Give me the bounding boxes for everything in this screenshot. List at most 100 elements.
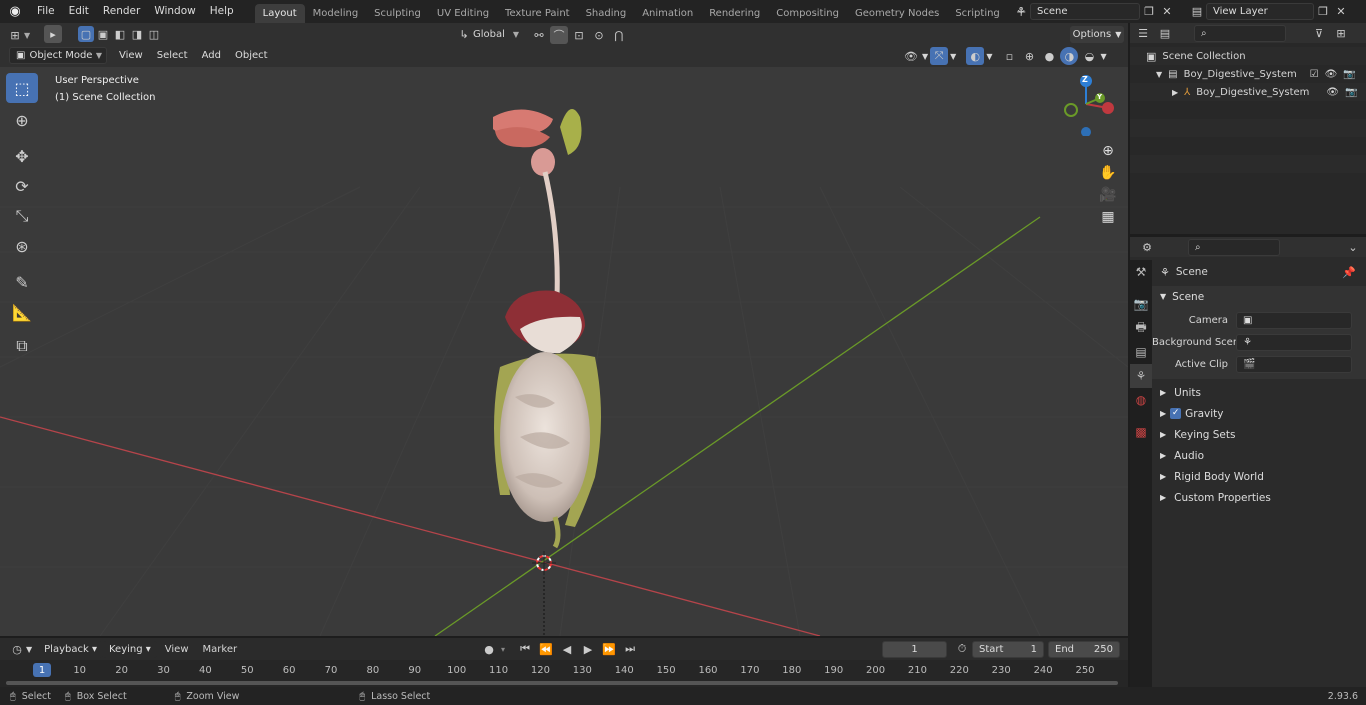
scene-panel-header[interactable]: ▼ Scene [1152,286,1366,307]
menu-help[interactable]: Help [203,0,241,23]
active-clip-field[interactable]: 🎬 [1236,355,1352,373]
tab-modeling[interactable]: Modeling [305,4,367,23]
filter-icon[interactable]: ⊽ [1310,24,1328,42]
timeline-area[interactable]: 1 10 20 30 40 50 60 70 80 90 100 110 120 130 140 150 160… [0,660,1128,687]
solid-shading-icon[interactable]: ● [1040,47,1058,65]
mode-dropdown[interactable]: ▣ Object Mode ▼ [9,47,107,64]
timeline-editor-icon[interactable]: ◷ [8,640,26,658]
scene-icon[interactable]: ⚘ [1012,2,1030,20]
pan-hand-icon[interactable]: ✋ [1096,162,1120,184]
timeline-view-menu[interactable]: View [157,644,197,655]
extend-selection-icon[interactable]: ▣ [95,26,111,42]
properties-search-input[interactable]: ⌕ [1188,238,1280,256]
menu-add[interactable]: Add [195,47,228,64]
rotate-tool-icon[interactable]: ⟳ [6,171,38,201]
background-scene-field[interactable]: ⚘ [1236,333,1352,351]
custom-properties-panel[interactable]: ▶ Custom Properties [1152,487,1366,508]
copy-scene-icon[interactable]: ❐ [1140,2,1158,20]
camera-field[interactable]: ▣ [1236,311,1352,329]
timeline-scrollbar[interactable] [6,681,1118,685]
scene-tab-icon[interactable]: ⚘ [1130,364,1152,388]
menu-object[interactable]: Object [228,47,275,64]
copy-view-layer-icon[interactable]: ❐ [1314,2,1332,20]
gravity-checkbox[interactable]: ✓ [1170,408,1182,419]
tab-sculpting[interactable]: Sculpting [366,4,429,23]
pivot-point-icon[interactable]: ⚯ [530,26,548,44]
set-selection-icon[interactable]: ▢ [78,26,94,42]
outliner-row-scene-collection[interactable]: ▣ Scene Collection [1130,47,1366,65]
intersect-selection-icon[interactable]: ◫ [146,26,162,42]
view-layer-icon[interactable]: ▤ [1188,2,1206,20]
outliner-search-input[interactable]: ⌕ [1194,24,1286,42]
play-reverse-icon[interactable]: ◀ [558,640,576,658]
3d-viewport[interactable]: User Perspective (1) Scene Collection Z … [0,67,1128,636]
rendered-shading-icon[interactable]: ◒ [1080,47,1098,65]
blender-logo-icon[interactable]: ◉ [0,4,30,19]
render-camera-icon[interactable]: 📷 [1343,69,1355,80]
menu-render[interactable]: Render [96,0,147,23]
hide-eye-icon[interactable]: 👁 [1325,69,1338,80]
jump-start-icon[interactable]: ⏮ [516,640,534,658]
next-keyframe-icon[interactable]: ⏩ [600,640,618,658]
world-tab-icon[interactable]: ◍ [1130,388,1152,412]
exclude-checkbox-icon[interactable]: ☑ [1310,69,1319,80]
transform-tool-icon[interactable]: ⊛ [6,231,38,261]
outliner-row-object[interactable]: ▶ ⅄ Boy_Digestive_System 👁 📷 [1130,83,1366,101]
gizmo-toggle-icon[interactable]: ⤧ [930,47,949,65]
add-cube-tool-icon[interactable]: ⧉ [6,331,38,361]
tab-geometry-nodes[interactable]: Geometry Nodes [847,4,947,23]
tab-compositing[interactable]: Compositing [768,4,847,23]
tab-scripting[interactable]: Scripting [947,4,1007,23]
falloff-icon[interactable]: ⋂ [610,26,628,44]
material-shading-icon[interactable]: ◑ [1060,47,1079,65]
object-hide-eye-icon[interactable]: 👁 [1326,87,1339,98]
subtract-selection-icon[interactable]: ◧ [112,26,128,42]
menu-select[interactable]: Select [150,47,195,64]
jump-end-icon[interactable]: ⏭ [621,640,639,658]
transform-orientation-dropdown[interactable]: ↳ Global ▼ [455,26,525,43]
record-icon[interactable]: ● [480,640,498,658]
new-collection-icon[interactable]: ⊞ [1332,24,1350,42]
output-tab-icon[interactable]: 🖶 [1130,316,1152,340]
tab-rendering[interactable]: Rendering [701,4,768,23]
marker-menu[interactable]: Marker [197,644,244,655]
collapse-arrow-icon[interactable]: ▶ [1172,88,1178,97]
tab-uv-editing[interactable]: UV Editing [429,4,497,23]
audio-panel[interactable]: ▶ Audio [1152,445,1366,466]
snap-icon[interactable]: ⌒ [550,26,568,44]
stopwatch-icon[interactable]: ⏱ [953,640,971,658]
navigation-gizmo[interactable]: Z Y [1054,72,1118,137]
tab-texture-paint[interactable]: Texture Paint [497,4,578,23]
object-render-camera-icon[interactable]: 📷 [1345,87,1357,98]
keying-sets-panel[interactable]: ▶ Keying Sets [1152,424,1366,445]
units-panel[interactable]: ▶ Units [1152,382,1366,403]
end-frame-field[interactable]: End 250 [1048,641,1120,658]
select-tool-icon[interactable]: ▸ [44,25,62,43]
tab-animation[interactable]: Animation [634,4,701,23]
editor-type-selector[interactable]: ⊞ ▼ [6,26,30,44]
snap-target-icon[interactable]: ⊡ [570,26,588,44]
render-tab-icon[interactable]: 📷 [1130,292,1152,316]
display-mode-icon[interactable]: ▤ [1156,24,1174,42]
cursor-tool-icon[interactable]: ⊕ [6,105,38,135]
camera-view-icon[interactable]: 🎥 [1096,184,1120,206]
annotate-tool-icon[interactable]: ✎ [6,267,38,297]
start-frame-field[interactable]: Start 1 [972,641,1044,658]
view-layer-tab-icon[interactable]: ▤ [1130,340,1152,364]
overlays-icon[interactable]: ◐ [966,47,985,65]
menu-view[interactable]: View [112,47,150,64]
move-tool-icon[interactable]: ✥ [6,141,38,171]
play-icon[interactable]: ▶ [579,640,597,658]
view-layer-field[interactable]: View Layer [1206,2,1314,20]
current-frame-field[interactable]: 1 [882,641,947,658]
pin-icon[interactable]: 📌 [1342,266,1356,279]
playback-menu[interactable]: Playback ▾ [38,640,103,658]
menu-file[interactable]: File [30,0,62,23]
options-dropdown[interactable]: Options ▼ [1070,26,1124,43]
keying-menu[interactable]: Keying ▾ [102,640,157,658]
scale-tool-icon[interactable]: ⤡ [6,201,38,231]
zoom-icon[interactable]: ⊕ [1096,140,1120,162]
wireframe-shading-icon[interactable]: ⊕ [1020,47,1038,65]
outliner-editor-icon[interactable]: ☰ [1134,24,1152,42]
tool-tab-icon[interactable]: ⚒ [1130,260,1152,284]
